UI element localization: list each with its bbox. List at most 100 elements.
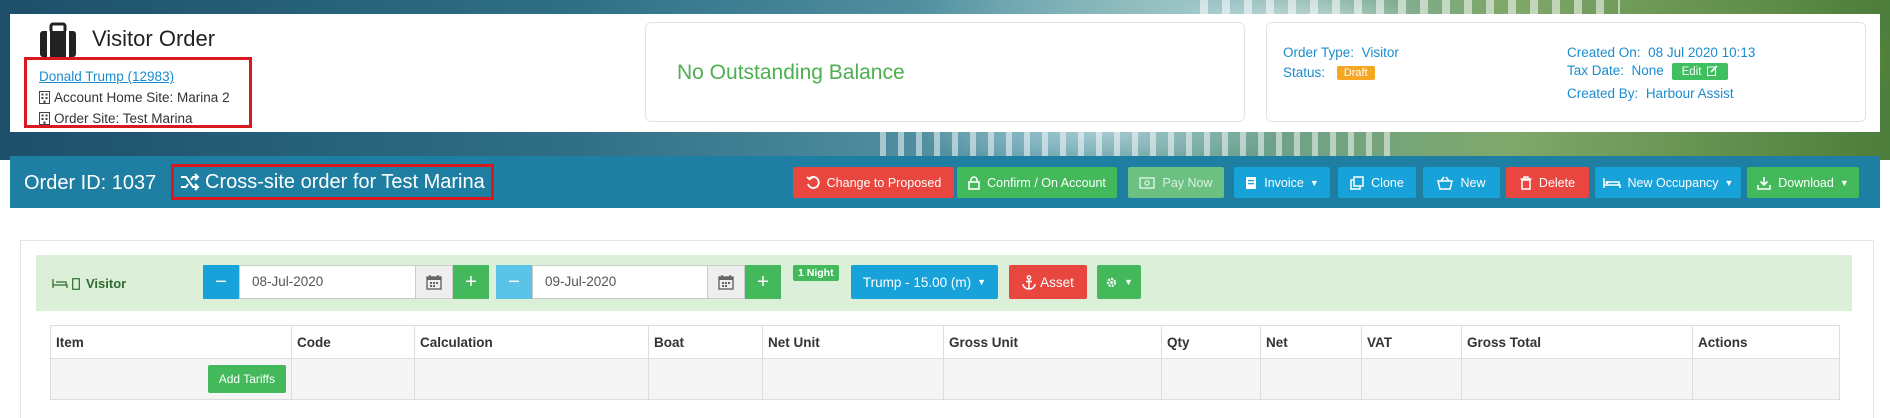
order-type-label: Order Type:: [1283, 45, 1355, 60]
chevron-down-icon: ▼: [977, 277, 987, 287]
mobile-icon: [72, 277, 80, 290]
table-cell: [291, 358, 415, 400]
basket-icon: [1437, 176, 1454, 190]
invoice-dropdown-button[interactable]: Invoice ▼: [1234, 167, 1330, 198]
column-header: Gross Total: [1461, 325, 1693, 359]
clone-label: Clone: [1371, 175, 1404, 190]
column-header: Gross Unit: [943, 325, 1162, 359]
money-icon: [1139, 176, 1156, 189]
column-header: VAT: [1361, 325, 1462, 359]
shuffle-icon: [181, 173, 200, 191]
column-header: Item: [50, 325, 292, 359]
bed-icon: [52, 279, 68, 288]
asset-label: Asset: [1040, 274, 1074, 290]
chevron-down-icon: ▼: [1124, 277, 1133, 287]
confirm-on-account-label: Confirm / On Account: [987, 175, 1106, 190]
start-date-input[interactable]: 08-Jul-2020: [239, 265, 416, 299]
end-date-input[interactable]: 09-Jul-2020: [532, 265, 709, 299]
confirm-on-account-button[interactable]: Confirm / On Account: [957, 167, 1117, 198]
pay-now-button[interactable]: Pay Now: [1128, 167, 1224, 198]
calendar-icon: [426, 275, 442, 290]
order-site-text: Order Site: Test Marina: [54, 111, 193, 126]
tax-date-value: None: [1631, 63, 1664, 78]
cross-site-notice: Cross-site order for Test Marina: [171, 164, 494, 200]
start-date-calendar-button[interactable]: [415, 265, 453, 299]
table-cell: Add Tariffs: [50, 358, 292, 400]
delete-order-button[interactable]: Delete: [1506, 167, 1589, 198]
download-icon: [1757, 176, 1771, 190]
delete-label: Delete: [1538, 175, 1576, 190]
nights-badge: 1 Night: [793, 265, 839, 281]
status-row: Status: Draft: [1283, 65, 1375, 80]
visitor-label: Visitor: [52, 276, 126, 291]
balance-card: No Outstanding Balance: [645, 22, 1245, 122]
lock-icon: [968, 175, 980, 190]
order-toolbar: Order ID: 1037 Cross-site order for Test…: [10, 156, 1880, 208]
home-site-line: Account Home Site: Marina 2: [39, 87, 239, 108]
customer-link[interactable]: Donald Trump (12983): [39, 66, 239, 87]
document-icon: [1246, 176, 1257, 189]
new-occupancy-dropdown-button[interactable]: New Occupancy ▼: [1595, 167, 1741, 198]
invoice-label: Invoice: [1264, 175, 1304, 190]
end-date-decrement-button[interactable]: −: [496, 265, 532, 299]
order-type-row: Order Type: Visitor: [1283, 45, 1399, 60]
end-date-calendar-button[interactable]: [707, 265, 745, 299]
cross-site-text: Cross-site order for Test Marina: [205, 170, 485, 193]
table-cell: [648, 358, 763, 400]
change-to-proposed-label: Change to Proposed: [826, 175, 942, 190]
column-header: Net Unit: [762, 325, 944, 359]
balance-status: No Outstanding Balance: [677, 61, 905, 84]
bag-icon: [40, 22, 76, 57]
boat-select-label: Trump - 15.00 (m): [862, 274, 972, 290]
status-badge: Draft: [1336, 66, 1375, 80]
page-title: Visitor Order: [92, 26, 216, 51]
chevron-down-icon: ▼: [1724, 177, 1734, 188]
end-date-increment-button[interactable]: +: [745, 265, 781, 299]
table-cell: [1260, 358, 1362, 400]
new-order-button[interactable]: New: [1423, 167, 1500, 198]
created-on-row: Created On: 08 Jul 2020 10:13: [1567, 45, 1755, 60]
column-header: Boat: [648, 325, 763, 359]
table-cell: [1161, 358, 1261, 400]
created-on-value: 08 Jul 2020 10:13: [1648, 45, 1756, 60]
customer-info-box: Donald Trump (12983) Account Home Site: …: [24, 57, 252, 128]
visitor-label-text: Visitor: [86, 276, 127, 291]
marina-boats-decor: [1200, 0, 1620, 14]
boat-select-button[interactable]: Trump - 15.00 (m) ▼: [851, 265, 998, 299]
status-label: Status:: [1283, 65, 1326, 80]
undo-icon: [806, 175, 820, 189]
order-summary-header: Visitor Order Donald Trump (12983) Accou…: [10, 14, 1880, 132]
home-site-text: Account Home Site: Marina 2: [54, 90, 230, 105]
asset-button[interactable]: Asset: [1009, 265, 1087, 299]
chevron-down-icon: ▼: [1309, 177, 1319, 188]
table-row: Add Tariffs: [50, 358, 1840, 400]
order-lines-table: Item Code Calculation Boat Net Unit Gros…: [50, 325, 1840, 400]
column-header: Actions: [1692, 325, 1840, 359]
table-cell: [414, 358, 649, 400]
clone-button[interactable]: Clone: [1338, 167, 1416, 198]
order-info-card: Order Type: Visitor Status: Draft Create…: [1266, 22, 1866, 122]
add-tariffs-button[interactable]: Add Tariffs: [207, 365, 286, 393]
change-to-proposed-button[interactable]: Change to Proposed: [793, 167, 954, 198]
calendar-icon: [718, 275, 734, 290]
edit-label: Edit: [1681, 66, 1702, 78]
settings-dropdown-button[interactable]: ▼: [1097, 265, 1141, 299]
created-by-row: Created By: Harbour Assist: [1567, 86, 1734, 101]
start-date-decrement-button[interactable]: −: [203, 265, 239, 299]
table-cell: [1361, 358, 1462, 400]
column-header: Calculation: [414, 325, 649, 359]
table-cell: [1461, 358, 1693, 400]
tax-date-label: Tax Date:: [1567, 63, 1625, 78]
edit-icon: [1706, 65, 1718, 76]
column-header: Qty: [1161, 325, 1261, 359]
column-header: Code: [291, 325, 415, 359]
table-cell: [943, 358, 1162, 400]
table-header-row: Item Code Calculation Boat Net Unit Gros…: [50, 325, 1840, 359]
download-dropdown-button[interactable]: Download ▼: [1747, 167, 1859, 198]
created-by-value: Harbour Assist: [1645, 86, 1734, 101]
new-label: New: [1460, 175, 1486, 190]
edit-tax-date-button[interactable]: Edit: [1671, 63, 1728, 80]
pay-now-label: Pay Now: [1162, 175, 1213, 190]
chevron-down-icon: ▼: [1839, 177, 1849, 188]
start-date-increment-button[interactable]: +: [453, 265, 489, 299]
